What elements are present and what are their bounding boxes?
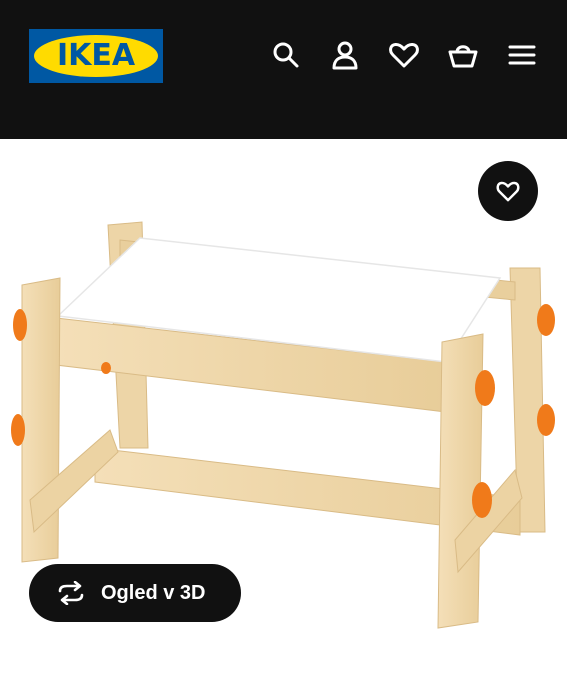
cart-icon (448, 45, 478, 68)
cart-button[interactable] (446, 38, 480, 72)
menu-button[interactable] (505, 38, 539, 72)
account-icon (332, 41, 358, 70)
view-in-3d-button[interactable]: Ogled v 3D (29, 564, 241, 622)
wishlist-button[interactable] (387, 38, 421, 72)
account-button[interactable] (328, 38, 362, 72)
logo-text: IKEA (56, 38, 136, 73)
heart-icon (496, 181, 520, 202)
top-header: IKEA (0, 0, 567, 139)
rotate-3d-icon (58, 581, 84, 605)
ikea-logo[interactable]: IKEA (29, 29, 163, 83)
search-button[interactable] (269, 38, 303, 72)
wishlist-icon (389, 42, 419, 68)
search-icon (273, 42, 299, 68)
add-to-wishlist-button[interactable] (478, 161, 538, 221)
view-in-3d-label: Ogled v 3D (101, 582, 206, 604)
menu-icon (508, 45, 536, 65)
